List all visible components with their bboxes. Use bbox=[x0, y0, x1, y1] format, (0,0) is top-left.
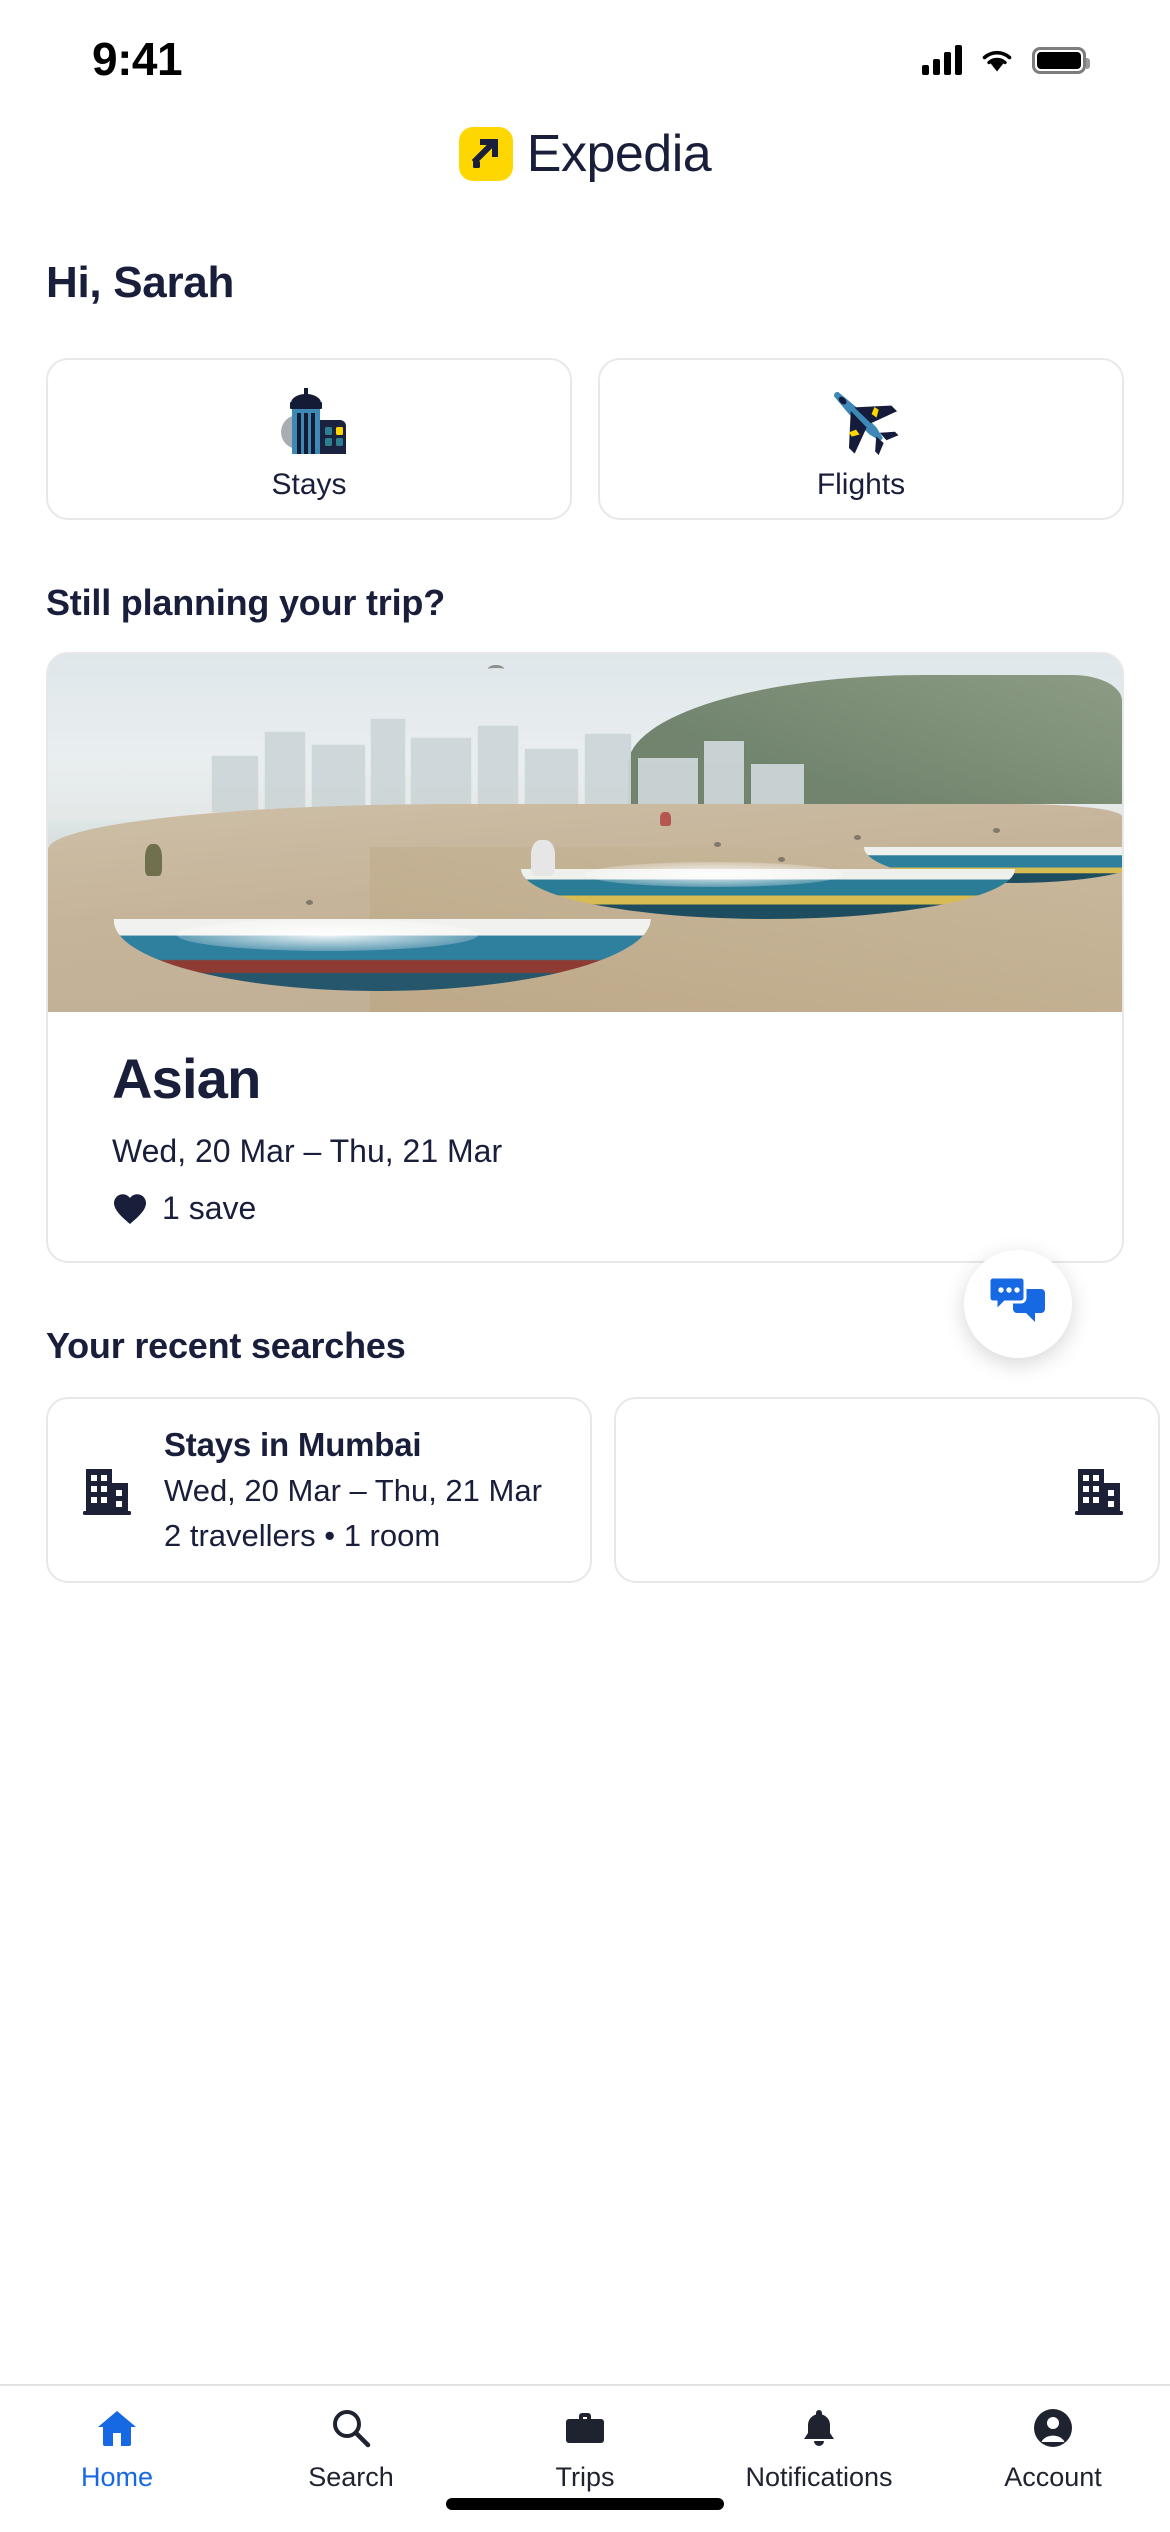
bell-icon bbox=[796, 2404, 842, 2452]
brand-name: Expedia bbox=[526, 125, 712, 183]
nav-label: Search bbox=[308, 2462, 394, 2492]
status-time: 9:41 bbox=[92, 33, 183, 85]
expedia-logo-icon bbox=[458, 127, 513, 181]
recent-search-travellers: 2 travellers • 1 room bbox=[164, 1518, 441, 1553]
nav-label: Trips bbox=[555, 2462, 615, 2492]
section-title-planning: Still planning your trip? bbox=[46, 582, 445, 623]
nav-label: Home bbox=[80, 2462, 154, 2492]
recent-search-details: Stays in Mumbai Wed, 20 Mar – Thu, 21 Ma… bbox=[164, 1426, 542, 1554]
nav-item-notifications[interactable]: Notifications bbox=[702, 2404, 936, 2493]
status-indicators bbox=[922, 45, 1090, 75]
recent-search-card-next[interactable] bbox=[614, 1397, 1160, 1583]
account-circle-icon bbox=[1030, 2404, 1076, 2452]
trip-card[interactable]: Asian Wed, 20 Mar – Thu, 21 Mar 1 save bbox=[46, 652, 1124, 1263]
heart-icon bbox=[112, 1192, 148, 1226]
search-icon bbox=[328, 2404, 374, 2452]
quick-actions-row: Stays Flights bbox=[0, 308, 1170, 520]
nav-item-search[interactable]: Search bbox=[234, 2404, 468, 2493]
nav-item-trips[interactable]: Trips bbox=[468, 2404, 702, 2493]
nav-item-account[interactable]: Account bbox=[936, 2404, 1170, 2493]
chat-bubbles-icon bbox=[987, 1273, 1049, 1336]
airplane-icon bbox=[818, 376, 904, 462]
briefcase-icon bbox=[562, 2404, 608, 2452]
building-icon bbox=[78, 1461, 136, 1519]
recent-search-title: Stays in Mumbai bbox=[164, 1426, 422, 1463]
beach-with-fishing-boats-photo bbox=[48, 654, 1122, 1012]
page-title: Hi, Sarah bbox=[46, 258, 235, 307]
nav-label: Notifications bbox=[745, 2462, 893, 2492]
wifi-icon bbox=[980, 47, 1014, 73]
trip-title: Asian bbox=[112, 1047, 261, 1110]
home-icon bbox=[94, 2404, 140, 2452]
recent-search-dates: Wed, 20 Mar – Thu, 21 Mar bbox=[164, 1473, 542, 1508]
recent-search-card[interactable]: Stays in Mumbai Wed, 20 Mar – Thu, 21 Ma… bbox=[46, 1397, 592, 1583]
chat-fab[interactable] bbox=[964, 1250, 1072, 1358]
trip-saves: 1 save bbox=[112, 1170, 1122, 1227]
home-indicator bbox=[446, 2498, 724, 2510]
trip-dates: Wed, 20 Mar – Thu, 21 Mar bbox=[112, 1133, 503, 1169]
buildings-icon bbox=[266, 376, 352, 462]
battery-icon bbox=[1032, 46, 1090, 74]
nav-item-home[interactable]: Home bbox=[0, 2404, 234, 2493]
app-header: Expedia bbox=[0, 108, 1170, 200]
quick-action-label: Flights bbox=[816, 468, 906, 501]
quick-action-flights[interactable]: Flights bbox=[598, 358, 1124, 520]
status-bar: 9:41 bbox=[0, 0, 1170, 108]
signal-bars-icon bbox=[922, 45, 962, 75]
nav-label: Account bbox=[1004, 2462, 1102, 2492]
quick-action-stays[interactable]: Stays bbox=[46, 358, 572, 520]
trip-saves-label: 1 save bbox=[162, 1190, 257, 1226]
building-icon bbox=[1070, 1461, 1128, 1519]
recent-searches-carousel[interactable]: Stays in Mumbai Wed, 20 Mar – Thu, 21 Ma… bbox=[0, 1397, 1170, 1597]
quick-action-label: Stays bbox=[271, 468, 347, 501]
